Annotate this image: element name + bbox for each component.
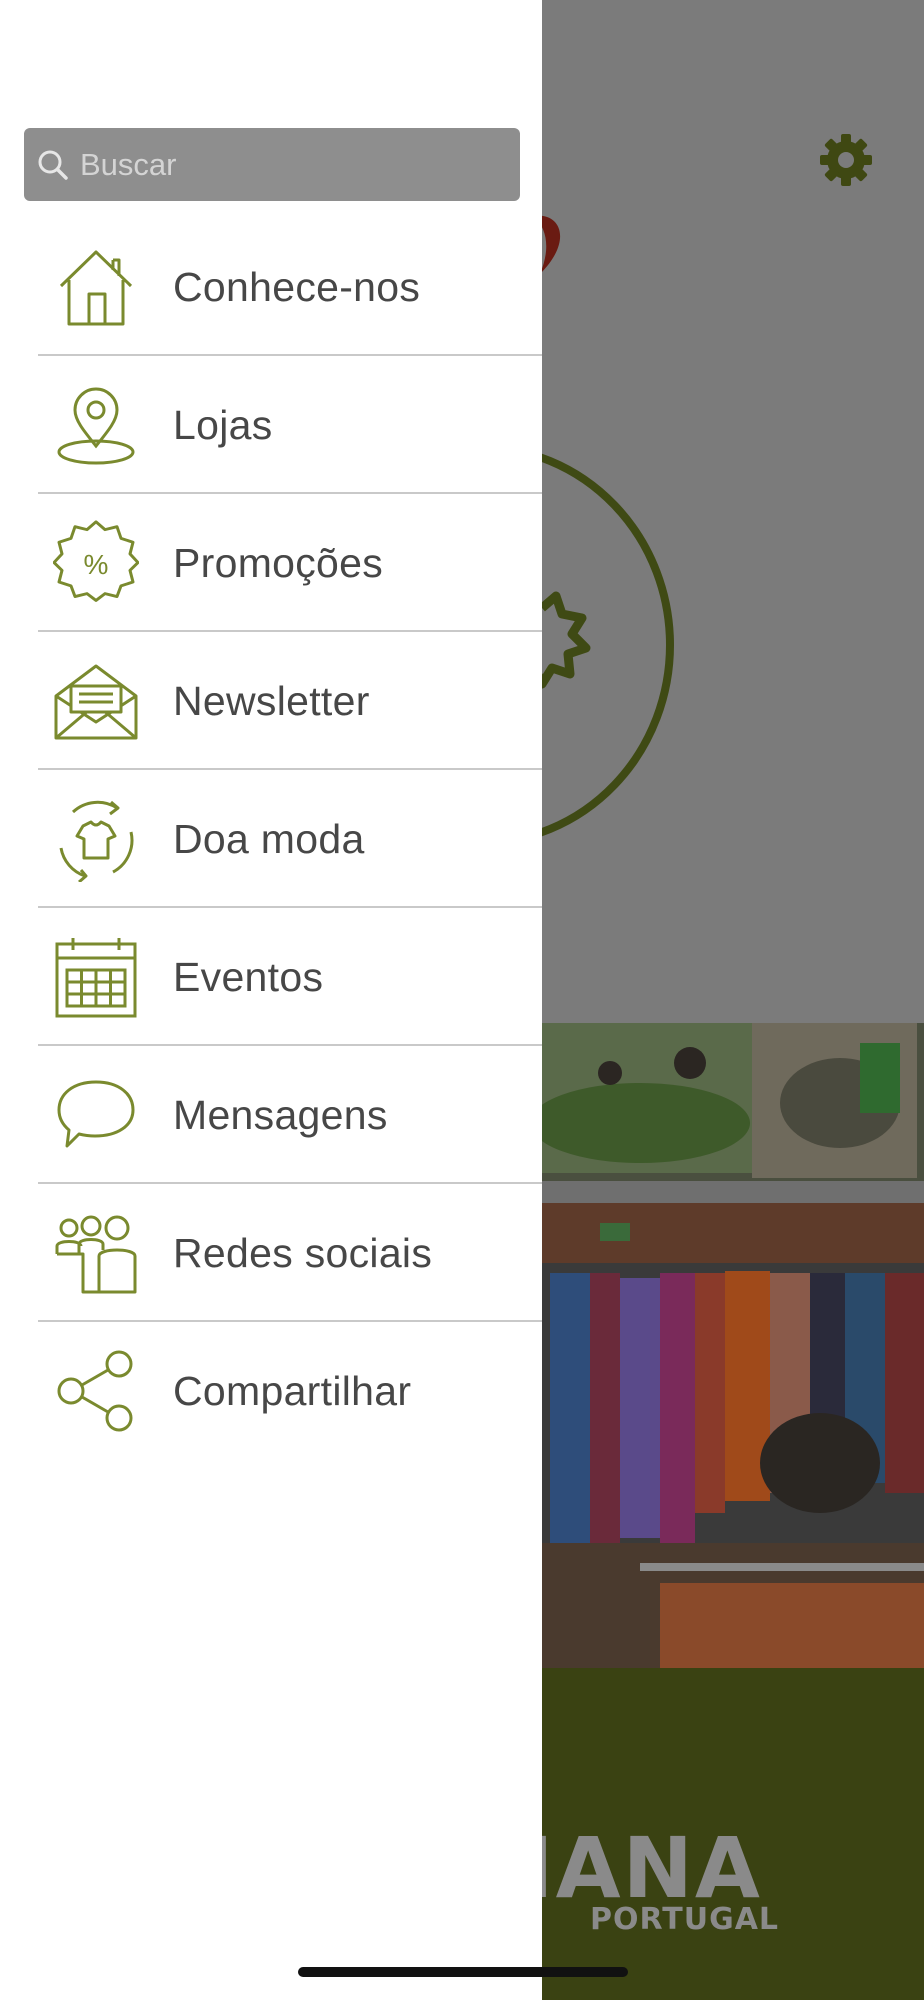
menu-item-label: Redes sociais: [173, 1229, 433, 1276]
menu-item-mensagens[interactable]: Mensagens: [0, 1046, 542, 1184]
menu-item-lojas[interactable]: Lojas: [0, 356, 542, 494]
search-bar[interactable]: [24, 128, 520, 201]
menu-item-label: Promoções: [173, 539, 384, 586]
menu-item-label: Eventos: [173, 953, 324, 1000]
share-icon: [53, 1348, 139, 1434]
menu-item-redes-sociais[interactable]: Redes sociais: [0, 1184, 542, 1322]
menu-item-label: Doa moda: [173, 815, 365, 862]
menu-item-compartilhar[interactable]: Compartilhar: [0, 1322, 542, 1460]
menu-item-promocoes[interactable]: % Promoções: [0, 494, 542, 632]
envelope-icon: [53, 658, 139, 744]
home-indicator[interactable]: [298, 1967, 628, 1977]
chat-bubble-icon: [53, 1072, 139, 1158]
menu-item-label: Newsletter: [173, 677, 370, 724]
menu-item-conhece-nos[interactable]: Conhece-nos: [0, 218, 542, 356]
calendar-icon: [53, 934, 139, 1020]
home-icon: [53, 244, 139, 330]
menu-item-eventos[interactable]: Eventos: [0, 908, 542, 1046]
search-icon: [36, 148, 70, 182]
brand-logo-subtitle: PORTUGAL: [590, 1902, 780, 1937]
menu-item-label: Conhece-nos: [173, 263, 421, 310]
menu-item-doa-moda[interactable]: Doa moda: [0, 770, 542, 908]
discount-badge-icon: %: [53, 520, 139, 606]
menu-item-label: Lojas: [173, 401, 273, 448]
recycle-shirt-icon: [53, 796, 139, 882]
menu-item-label: Compartilhar: [173, 1367, 412, 1414]
menu-item-newsletter[interactable]: Newsletter: [0, 632, 542, 770]
menu-item-label: Mensagens: [173, 1091, 388, 1138]
drawer-menu: Conhece-nos Lojas % Promoções Newsletter…: [0, 218, 542, 1460]
gear-icon[interactable]: [818, 132, 874, 188]
side-drawer: Conhece-nos Lojas %: [0, 0, 542, 2000]
screen: MANA PORTUGAL Buscar Conhece-nos Lojas %…: [0, 0, 924, 2000]
svg-text:%: %: [84, 549, 109, 580]
people-icon: [53, 1210, 139, 1296]
search-input[interactable]: [80, 146, 500, 183]
map-pin-icon: [53, 382, 139, 468]
